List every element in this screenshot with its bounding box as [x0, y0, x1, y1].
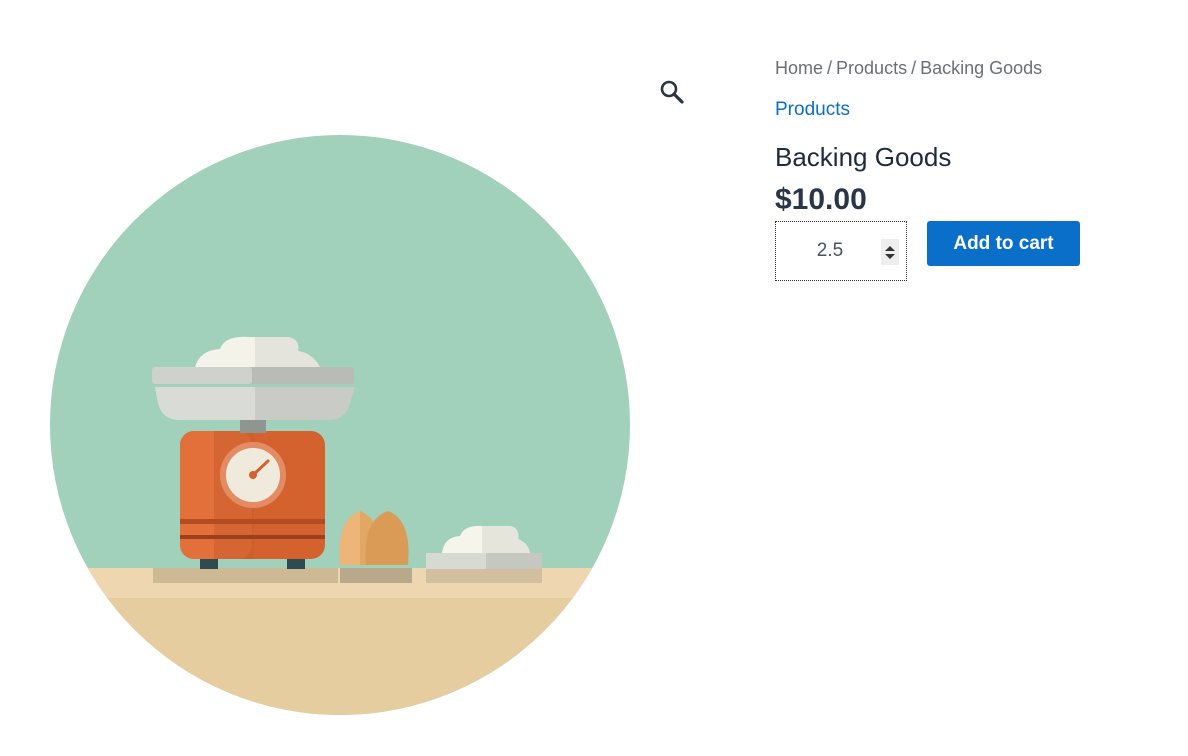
breadcrumb-separator: / — [827, 58, 833, 78]
breadcrumb-products[interactable]: Products — [836, 58, 907, 78]
breadcrumb-current: Backing Goods — [920, 58, 1043, 78]
product-title: Backing Goods — [775, 142, 952, 172]
quantity-field — [775, 221, 907, 281]
breadcrumb-home[interactable]: Home — [775, 58, 823, 78]
quantity-stepper[interactable] — [881, 239, 899, 265]
category-link[interactable]: Products — [775, 98, 850, 122]
add-to-cart-form: Add to cart — [775, 221, 1175, 281]
decrement-arrow-icon[interactable] — [885, 253, 895, 259]
magnifier-icon — [660, 80, 684, 104]
product-page: Home / Products / Backing Goods Products Bac… — [0, 0, 1188, 756]
increment-arrow-icon[interactable] — [885, 245, 895, 251]
product-price: $10.00 — [775, 183, 867, 216]
add-to-cart-button[interactable]: Add to cart — [927, 221, 1080, 266]
breadcrumb-separator: / — [911, 58, 917, 78]
product-image[interactable] — [50, 135, 630, 715]
product-gallery — [0, 0, 720, 756]
zoom-button[interactable] — [655, 75, 689, 109]
breadcrumb: Home / Products / Backing Goods — [775, 54, 1175, 82]
kitchen-scale — [152, 336, 355, 569]
product-summary: Home / Products / Backing Goods Products Bac… — [775, 54, 1175, 281]
scale-base-shadow — [153, 568, 338, 583]
